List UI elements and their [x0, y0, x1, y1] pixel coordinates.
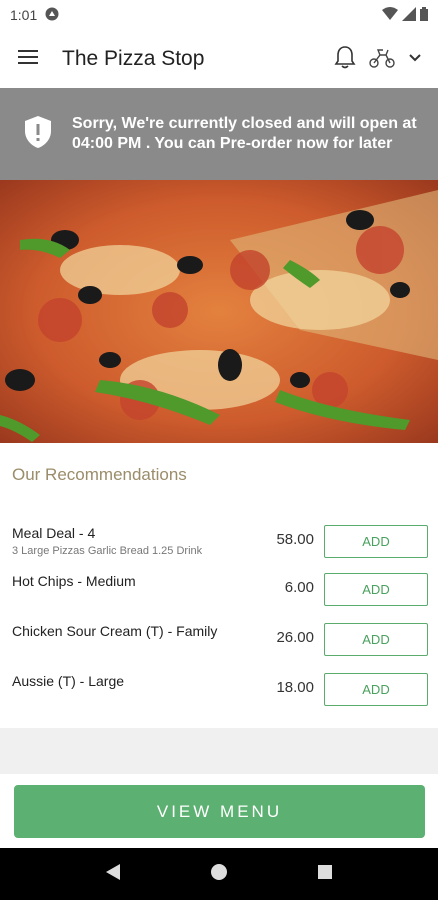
delivery-scooter-icon[interactable]	[368, 46, 396, 73]
chevron-down-icon[interactable]	[408, 50, 422, 68]
item-name: Hot Chips - Medium	[12, 573, 136, 589]
app-notification-icon	[45, 7, 59, 24]
home-icon[interactable]	[210, 863, 228, 886]
recommendation-item: Hot Chips - Medium 6.00 ADD	[0, 573, 438, 609]
app-title: The Pizza Stop	[62, 47, 205, 70]
add-button[interactable]: ADD	[324, 673, 428, 706]
status-time: 1:01	[10, 7, 38, 23]
view-menu-button[interactable]: VIEW MENU	[14, 785, 425, 838]
item-name: Meal Deal - 4	[12, 525, 96, 541]
battery-icon	[420, 6, 428, 24]
bottom-action-area: VIEW MENU	[0, 774, 438, 848]
menu-icon[interactable]	[18, 49, 40, 70]
item-name: Aussie (T) - Large	[12, 673, 125, 689]
add-button[interactable]: ADD	[324, 623, 428, 656]
recommendation-item: Aussie (T) - Large 18.00 ADD	[0, 673, 438, 709]
wifi-icon	[382, 6, 398, 24]
item-price: 18.00	[276, 679, 314, 696]
status-bar: 1:01	[0, 0, 438, 30]
recommendations-section: Our Recommendations Meal Deal - 4 3 Larg…	[0, 443, 438, 728]
recents-icon[interactable]	[317, 864, 333, 885]
add-button[interactable]: ADD	[324, 525, 428, 558]
recommendations-heading: Our Recommendations	[12, 465, 187, 484]
recommendation-item: Chicken Sour Cream (T) - Family 26.00 AD…	[0, 623, 438, 659]
system-navigation-bar	[0, 848, 438, 900]
closed-notice-banner: Sorry, We're currently closed and will o…	[0, 88, 438, 180]
notifications-bell-icon[interactable]	[334, 45, 356, 74]
shield-alert-icon	[24, 115, 52, 154]
closed-notice-text: Sorry, We're currently closed and will o…	[72, 115, 417, 152]
recommendation-item: Meal Deal - 4 3 Large Pizzas Garlic Brea…	[0, 525, 438, 561]
section-divider	[0, 728, 438, 774]
add-button[interactable]: ADD	[324, 573, 428, 606]
item-price: 58.00	[276, 531, 314, 548]
signal-icon	[402, 6, 416, 24]
app-bar: The Pizza Stop	[0, 30, 438, 88]
item-price: 6.00	[284, 579, 314, 596]
back-icon[interactable]	[105, 863, 121, 886]
item-name: Chicken Sour Cream (T) - Family	[12, 623, 218, 639]
item-price: 26.00	[276, 629, 314, 646]
item-description: 3 Large Pizzas Garlic Bread 1.25 Drink	[12, 545, 203, 557]
pizza-hero-image	[0, 180, 438, 443]
